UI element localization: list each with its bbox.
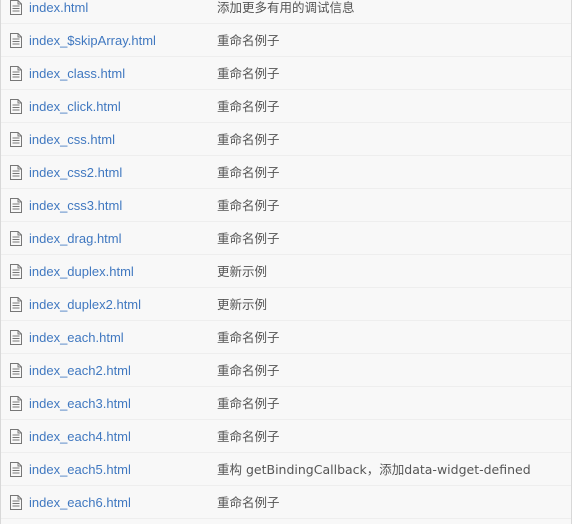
commit-message[interactable]: 重命名例子 bbox=[217, 33, 280, 49]
file-name-link[interactable]: index_each4.html bbox=[29, 429, 131, 445]
table-row: index_duplex2.html 更新示例 bbox=[1, 288, 571, 321]
file-name-link[interactable]: index_class.html bbox=[29, 66, 125, 82]
file-name-link[interactable]: index_each3.html bbox=[29, 396, 131, 412]
table-row: index_class.html 重命名例子 bbox=[1, 57, 571, 90]
file-name-link[interactable]: index_each.html bbox=[29, 330, 124, 346]
file-text-icon bbox=[10, 462, 22, 477]
commit-message[interactable]: 重命名例子 bbox=[217, 165, 280, 181]
file-text-icon bbox=[10, 198, 22, 213]
file-name-link[interactable]: index_each2.html bbox=[29, 363, 131, 379]
table-row: index_duplex.html 更新示例 bbox=[1, 255, 571, 288]
file-name-link[interactable]: index_css2.html bbox=[29, 165, 122, 181]
table-row: index_each.html 重命名例子 bbox=[1, 321, 571, 354]
table-row: index.html 添加更多有用的调试信息 bbox=[1, 0, 571, 24]
file-name-link[interactable]: index_drag.html bbox=[29, 231, 122, 247]
commit-message[interactable]: 更新示例 bbox=[217, 264, 267, 280]
file-name-link[interactable]: index_click.html bbox=[29, 99, 121, 115]
commit-message[interactable]: 重命名例子 bbox=[217, 198, 280, 214]
file-text-icon bbox=[10, 99, 22, 114]
commit-message[interactable]: 重命名例子 bbox=[217, 396, 280, 412]
commit-message[interactable]: 重命名例子 bbox=[217, 330, 280, 346]
table-row: index_each3.html 重命名例子 bbox=[1, 387, 571, 420]
commit-message[interactable]: 重命名例子 bbox=[217, 363, 280, 379]
table-row: index_each4.html 重命名例子 bbox=[1, 420, 571, 453]
file-text-icon bbox=[10, 396, 22, 411]
file-text-icon bbox=[10, 66, 22, 81]
file-text-icon bbox=[10, 165, 22, 180]
file-name-link[interactable]: index_duplex2.html bbox=[29, 297, 141, 313]
file-text-icon bbox=[10, 264, 22, 279]
file-text-icon bbox=[10, 0, 22, 15]
file-name-link[interactable]: index_each6.html bbox=[29, 495, 131, 511]
file-name-link[interactable]: index.html bbox=[29, 0, 88, 16]
file-text-icon bbox=[10, 495, 22, 510]
file-text-icon bbox=[10, 429, 22, 444]
file-name-link[interactable]: index_duplex.html bbox=[29, 264, 134, 280]
table-row: index_css.html 重命名例子 bbox=[1, 123, 571, 156]
commit-message[interactable]: 重命名例子 bbox=[217, 99, 280, 115]
commit-message[interactable]: 重命名例子 bbox=[217, 429, 280, 445]
commit-message[interactable]: 重命名例子 bbox=[217, 132, 280, 148]
table-row: index_each6.html 重命名例子 bbox=[1, 486, 571, 519]
file-text-icon bbox=[10, 231, 22, 246]
file-name-link[interactable]: index_css.html bbox=[29, 132, 115, 148]
file-name-link[interactable]: index_$skipArray.html bbox=[29, 33, 156, 49]
file-name-link[interactable]: index_css3.html bbox=[29, 198, 122, 214]
commit-message[interactable]: 添加更多有用的调试信息 bbox=[217, 0, 355, 16]
table-row: index_css2.html 重命名例子 bbox=[1, 156, 571, 189]
commit-message[interactable]: 重构 getBindingCallback，添加data-widget-defi… bbox=[217, 462, 531, 478]
table-row: index_css3.html 重命名例子 bbox=[1, 189, 571, 222]
table-row: index_$skipArray.html 重命名例子 bbox=[1, 24, 571, 57]
file-text-icon bbox=[10, 132, 22, 147]
file-list: index.html 添加更多有用的调试信息 index_$skipArray.ht… bbox=[0, 0, 572, 524]
commit-message[interactable]: 更新示例 bbox=[217, 297, 267, 313]
commit-message[interactable]: 重命名例子 bbox=[217, 231, 280, 247]
table-row: index_drag.html 重命名例子 bbox=[1, 222, 571, 255]
commit-message[interactable]: 重命名例子 bbox=[217, 495, 280, 511]
table-row: index_each2.html 重命名例子 bbox=[1, 354, 571, 387]
file-text-icon bbox=[10, 33, 22, 48]
file-text-icon bbox=[10, 363, 22, 378]
table-row: index_click.html 重命名例子 bbox=[1, 90, 571, 123]
commit-message[interactable]: 重命名例子 bbox=[217, 66, 280, 82]
table-row: index_each5.html 重构 getBindingCallback，添加… bbox=[1, 453, 571, 486]
file-text-icon bbox=[10, 297, 22, 312]
file-name-link[interactable]: index_each5.html bbox=[29, 462, 131, 478]
file-text-icon bbox=[10, 330, 22, 345]
